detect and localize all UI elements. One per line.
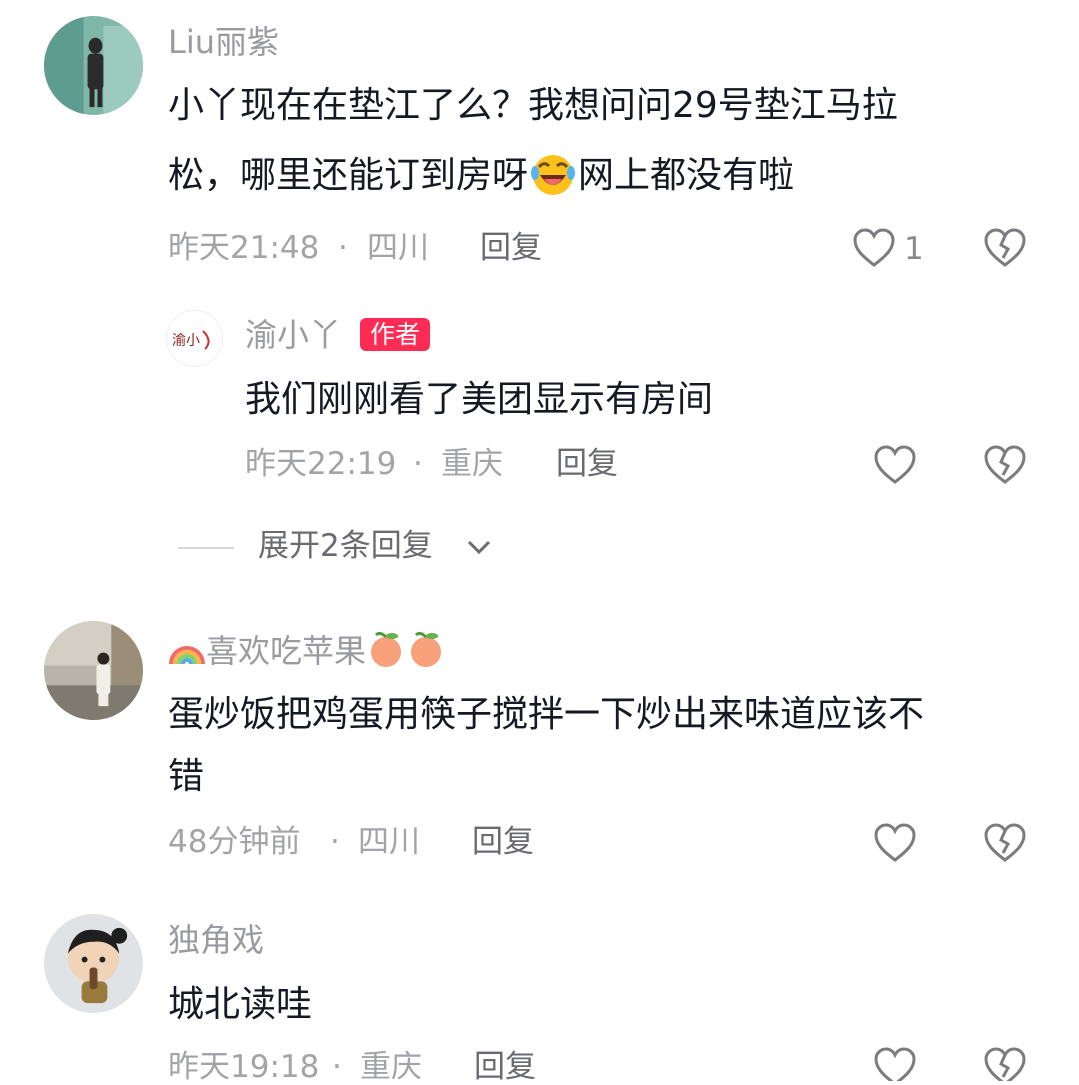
username-text[interactable]: 喜欢吃苹果 <box>206 632 366 670</box>
reply-button[interactable]: 回复 <box>480 233 542 264</box>
reply-time: 昨天22:19 <box>245 446 397 482</box>
avatar[interactable] <box>44 16 143 115</box>
comment-time: 48分钟前 <box>168 824 301 860</box>
avatar[interactable] <box>44 621 143 720</box>
comment-username[interactable]: 喜欢吃苹果 <box>168 626 446 670</box>
heart-outline-icon[interactable] <box>873 1047 917 1081</box>
chevron-down-icon[interactable] <box>466 538 492 556</box>
expand-replies-label[interactable]: 展开2条回复 <box>258 528 433 564</box>
meta-separator: · <box>332 1049 342 1085</box>
dislike-broken-heart-icon[interactable] <box>983 445 1027 485</box>
reply-location: 重庆 <box>441 446 503 482</box>
peach-emoji <box>366 629 406 669</box>
avatar[interactable]: 渝小 <box>166 310 223 367</box>
rainbow-emoji <box>168 630 206 668</box>
reply-button[interactable]: 回复 <box>556 449 618 480</box>
dislike-broken-heart-icon[interactable] <box>983 823 1027 863</box>
expand-replies-button[interactable]: 展开2条回复 <box>258 531 433 562</box>
comment-time: 昨天21:48 <box>168 230 320 266</box>
laughing-with-tears-emoji <box>530 151 576 197</box>
dislike-broken-heart-icon[interactable] <box>983 228 1027 268</box>
meta-separator: · <box>330 824 340 860</box>
dislike-broken-heart-icon[interactable] <box>983 1047 1027 1081</box>
comment-text-segment: 松，哪里还能订到房呀 <box>168 155 529 196</box>
expand-divider <box>178 547 234 549</box>
comment-location: 重庆 <box>360 1049 422 1085</box>
meta-separator: · <box>413 446 423 482</box>
like-count: 1 <box>904 231 924 267</box>
heart-outline-icon[interactable] <box>852 228 896 268</box>
avatar[interactable] <box>44 914 143 1013</box>
heart-outline-icon[interactable] <box>873 823 917 863</box>
reply-button[interactable]: 回复 <box>474 1052 536 1083</box>
peach-emoji <box>406 629 446 669</box>
comment-location: 四川 <box>358 824 420 860</box>
comment-username[interactable]: Liu丽紫 <box>168 26 279 58</box>
comment-text-line: 蛋炒饭把鸡蛋用筷子搅拌一下炒出来味道应该不 <box>168 694 925 735</box>
comment-text-line: 松，哪里还能订到房呀 网上都没有啦 <box>168 141 794 211</box>
comment-text-line: 城北读哇 <box>168 984 313 1025</box>
reply-text: 我们刚刚看了美团显示有房间 <box>245 379 714 420</box>
comment-username[interactable]: 独角戏 <box>168 924 264 956</box>
svg-text:渝小: 渝小 <box>172 333 200 349</box>
comment-text-line: 小丫现在在垫江了么？我想问问29号垫江马拉 <box>168 85 898 126</box>
reply-button[interactable]: 回复 <box>472 827 534 858</box>
comment-location: 四川 <box>367 230 429 266</box>
comment-text-line: 错 <box>168 756 205 797</box>
comment-time: 昨天19:18 <box>168 1049 320 1085</box>
author-badge: 作者 <box>360 318 431 351</box>
meta-separator: · <box>338 230 348 266</box>
heart-outline-icon[interactable] <box>873 445 917 485</box>
reply-username[interactable]: 渝小丫 <box>245 319 341 351</box>
comment-text-segment: 网上都没有啦 <box>578 155 795 196</box>
